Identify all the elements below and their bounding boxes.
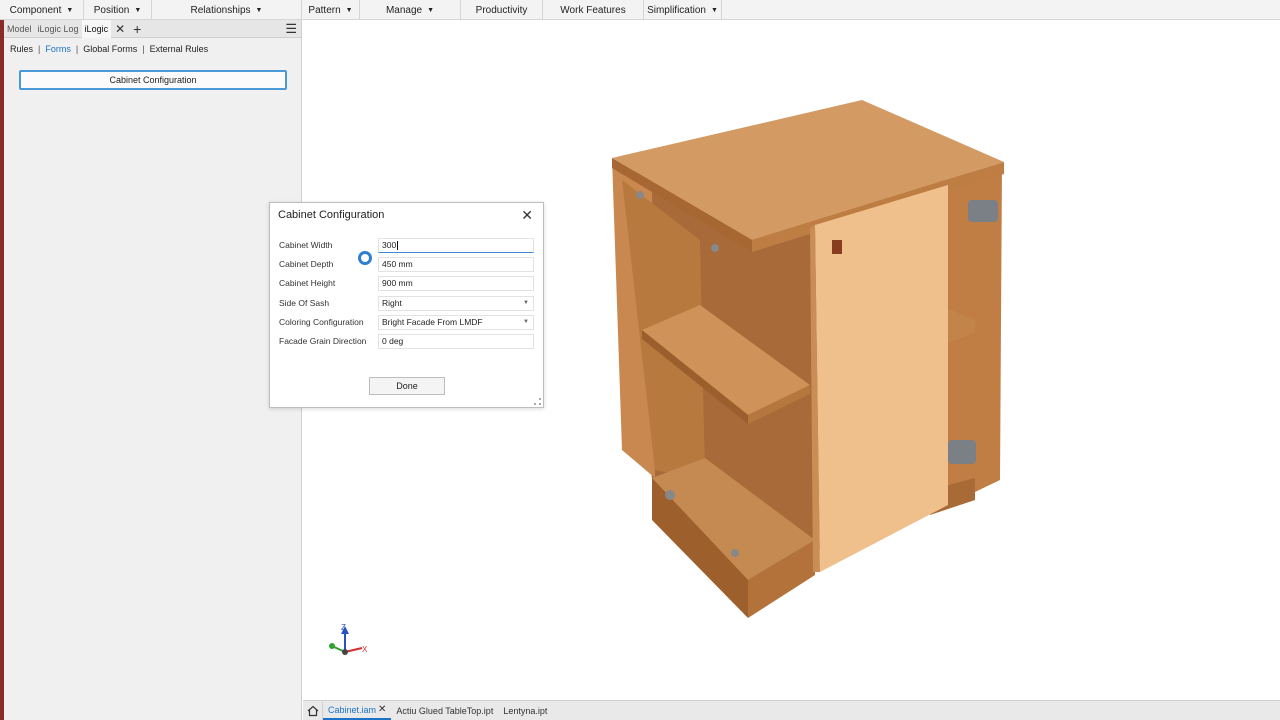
ribbon-label: Simplification [647,4,706,16]
field-value: 300 [382,240,397,250]
triad-z-label: Z [341,623,346,632]
ribbon-manage[interactable]: Manage ▼ [360,0,461,20]
cabinet-configuration-form-button[interactable]: Cabinet Configuration [19,70,287,90]
subtab-rules[interactable]: Rules [10,44,33,54]
ribbon-pattern[interactable]: Pattern ▼ [302,0,360,20]
tab-ilogic[interactable]: iLogic [81,19,112,38]
param-label: Side Of Sash [279,298,330,308]
subtab-external-rules[interactable]: External Rules [150,44,209,54]
subtab-forms[interactable]: Forms [45,44,71,54]
ribbon-position[interactable]: Position ▼ [84,0,152,20]
param-row-cabinet-height: Cabinet Height 900 mm [279,275,537,291]
hinge-bottom [948,440,976,464]
caret-down-icon: ▼ [427,6,435,14]
close-icon[interactable]: ✕ [378,704,386,715]
fitting [711,244,719,252]
dropdown-arrow-icon: ▼ [523,319,529,325]
separator: | [142,44,145,54]
text-caret [397,240,399,250]
fitting [636,191,644,199]
cursor-indicator-icon [358,251,372,265]
param-row-cabinet-width: Cabinet Width 300 [279,237,537,253]
doc-tab-lentyna[interactable]: Lentyna.ipt [498,706,552,716]
document-tab-bar: Cabinet.iam ✕ Actiu Glued TableTop.ipt Le… [303,700,1280,720]
done-button[interactable]: Done [369,377,445,395]
facade-grain-direction-input[interactable]: 0 deg [378,333,534,349]
cabinet-depth-input[interactable]: 450 mm [378,256,534,272]
coloring-configuration-select[interactable]: Bright Facade From LMDF ▼ [378,314,534,330]
param-row-coloring-configuration: Coloring Configuration Bright Facade Fro… [279,314,537,330]
doc-tab-label: Cabinet.iam [328,704,377,715]
ribbon-label: Component [9,4,62,16]
ribbon-relationships[interactable]: Relationships ▼ [152,0,302,20]
ribbon-simplification[interactable]: Simplification ▼ [644,0,722,20]
separator: | [38,44,41,54]
ribbon-component[interactable]: Component ▼ [0,0,84,20]
separator: | [75,44,79,54]
param-row-facade-grain-direction: Facade Grain Direction 0 deg [279,333,537,349]
resize-grip-icon[interactable] [534,398,541,405]
ribbon-bar: Component ▼ Position ▼ Relationships ▼ Patt… [0,0,1280,20]
triad-x-label: X [362,645,368,654]
hinge-top [968,200,998,222]
caret-down-icon: ▼ [134,6,142,14]
ribbon-label: Work Features [560,4,626,16]
fitting [731,549,739,557]
param-label: Cabinet Height [279,278,336,288]
fitting [665,490,675,500]
ilogic-browser-panel: Model iLogic Log iLogic ✕ + ☰ Rules | Fo… [4,19,302,720]
view-triad: Z X [329,623,368,655]
select-value: Right [382,298,402,308]
caret-down-icon: ▼ [66,6,74,14]
add-tab-icon[interactable]: + [129,21,145,37]
ribbon-work-features[interactable]: Work Features [543,0,644,20]
doc-tab-cabinet[interactable]: Cabinet.iam ✕ [323,702,392,720]
param-label: Cabinet Width [279,240,333,250]
caret-down-icon: ▼ [710,6,718,14]
subtab-global-forms[interactable]: Global Forms [83,44,137,54]
cabinet-width-input[interactable]: 300 [378,237,534,253]
param-label: Facade Grain Direction [279,336,367,346]
tab-ilogic-log[interactable]: iLogic Log [35,20,82,38]
hamburger-menu-icon[interactable]: ☰ [285,21,297,37]
ribbon-productivity[interactable]: Productivity [461,0,543,20]
home-icon[interactable] [303,701,323,720]
doc-tab-tabletop[interactable]: Actiu Glued TableTop.ipt [391,706,498,716]
ribbon-label: Position [93,4,130,16]
cabinet-configuration-dialog: Cabinet Configuration ✕ Cabinet Width 30… [269,202,544,408]
cabinet-height-input[interactable]: 900 mm [378,275,534,291]
param-row-side-of-sash: Side Of Sash Right ▼ [279,295,537,311]
param-row-cabinet-depth: Cabinet Depth 450 mm [279,256,537,272]
ribbon-label: Pattern [308,4,341,16]
handle-cutout [832,240,842,254]
ilogic-subtabs: Rules | Forms | Global Forms | External … [4,38,301,60]
param-label: Coloring Configuration [279,317,364,327]
select-value: Bright Facade From LMDF [382,317,483,327]
side-of-sash-select[interactable]: Right ▼ [378,295,534,311]
close-tab-icon[interactable]: ✕ [111,22,129,36]
panel-tab-row: Model iLogic Log iLogic ✕ + ☰ [4,19,301,38]
caret-down-icon: ▼ [345,6,353,14]
caret-down-icon: ▼ [255,6,263,14]
ribbon-label: Relationships [190,4,251,16]
ribbon-label: Productivity [475,4,528,16]
ribbon-label: Manage [385,4,423,16]
tab-model[interactable]: Model [4,20,35,38]
dialog-title: Cabinet Configuration [278,209,385,221]
dropdown-arrow-icon: ▼ [523,300,529,306]
close-icon[interactable]: ✕ [521,207,533,224]
